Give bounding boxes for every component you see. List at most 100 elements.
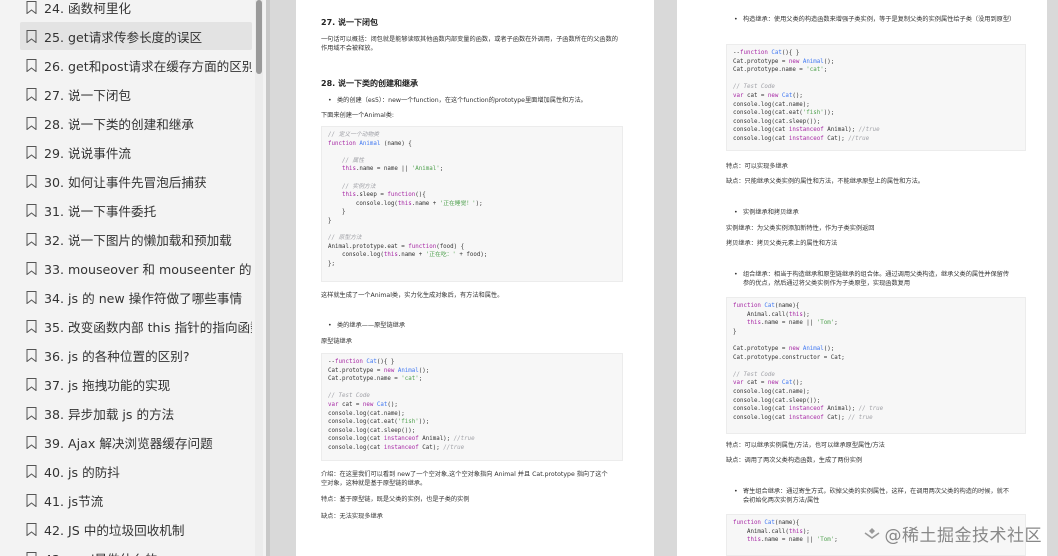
toc-item[interactable]: 27. 说一下闭包	[20, 80, 252, 108]
toc-item-label: 28. 说一下类的创建和继承	[44, 116, 194, 132]
code-block-prototype: --function Cat(){ } Cat.prototype = new A…	[321, 353, 623, 461]
toc-item[interactable]: 31. 说一下事件委托	[20, 196, 252, 224]
code-line: Cat.prototype.constructor = Cat;	[733, 354, 845, 361]
toc-item[interactable]: 33. mouseover 和 mouseenter 的区别	[20, 254, 252, 282]
pane-divider[interactable]	[266, 0, 270, 556]
toc-item[interactable]: 28. 说一下类的创建和继承	[20, 109, 252, 137]
toc-item[interactable]: 29. 说说事件流	[20, 138, 252, 166]
code-line: // Test Code	[733, 371, 775, 378]
paragraph-copy-inheritance: 拷贝继承：拷贝父类元素上的属性和方法	[726, 240, 838, 247]
toc-item[interactable]: 39. Ajax 解决浏览器缓存问题	[20, 428, 252, 456]
code-line: --function Cat(){ }	[733, 50, 800, 56]
toc-item[interactable]: 42. JS 中的垃圾回收机制	[20, 515, 252, 543]
code-line: console.log(cat.name);	[733, 101, 810, 108]
paragraph-prototype-chain: 原型链继承	[321, 338, 352, 345]
toc-item[interactable]: 43. eval是做什么的	[20, 544, 252, 556]
toc-item-label: 39. Ajax 解决浏览器缓存问题	[44, 435, 213, 451]
bookmark-icon	[26, 522, 37, 536]
code-line: }	[328, 217, 332, 224]
bookmark-icon	[26, 551, 37, 556]
paragraph-create-animal: 下面来创建一个Animal类:	[321, 112, 394, 119]
bookmark-icon	[26, 87, 37, 101]
toc-item-label: 29. 说说事件流	[44, 145, 132, 161]
toc-item-label: 38. 异步加载 js 的方法	[44, 406, 175, 422]
paragraph-intro-a: 介绍：在这里我们可以看到 new了一个空对象,这个空对象指向 Animal 并且…	[321, 471, 608, 478]
bookmark-icon	[26, 145, 37, 159]
code-line: var cat = new Cat();	[328, 401, 398, 408]
paragraph-feature-combination: 特点：可以继承实例属性/方法，也可以继承原型属性/方法	[726, 442, 885, 449]
bullet-constructor-inheritance: 构造继承：使用父类的构造函数来增强子类实例，等于是复制父类的实例属性给子类（没用…	[734, 15, 1033, 24]
code-line: // Test Code	[733, 84, 775, 91]
code-line: this.name = name || 'Tom';	[746, 320, 838, 327]
scrollbar-track[interactable]	[255, 0, 263, 556]
paragraph-closure: 一句话可以概括：闭包就是能够读取其他函数内部变量的函数，或者子函数在外调用，子函…	[321, 36, 618, 52]
code-line: console.log(cat.sleep());	[733, 118, 821, 125]
toc-item[interactable]: 32. 说一下图片的懒加载和预加载	[20, 225, 252, 253]
code-line: Cat.prototype.name = 'cat';	[328, 376, 423, 383]
code-line: --function Cat(){ }	[328, 359, 395, 365]
bookmark-icon	[26, 232, 37, 246]
toc-item[interactable]: 36. js 的各种位置的区别?	[20, 341, 252, 369]
watermark: @稀土掘金技术社区	[863, 521, 1043, 546]
code-line: };	[328, 260, 335, 267]
code-line: console.log(cat.name);	[733, 388, 810, 395]
bookmark-icon	[26, 29, 37, 43]
toc-item-label: 33. mouseover 和 mouseenter 的区别	[44, 261, 252, 277]
code-line: console.log(cat instanceof Cat); //true	[328, 444, 465, 451]
bullet-parasitic-a: 寄生组合继承：通过寄生方式，砍掉父类的实例属性，这样，在调用两次父类的构造的时候…	[734, 487, 1033, 496]
code-line: console.log(cat.sleep());	[733, 397, 821, 404]
toc-item[interactable]: 30. 如何让事件先冒泡后捕获	[20, 167, 252, 195]
code-line: Cat.prototype = new Animal();	[733, 58, 835, 65]
watermark-text: @稀土掘金技术社区	[884, 526, 1042, 546]
code-line: function Animal (name) {	[328, 140, 412, 147]
paragraph-animal-result: 这样就生成了一个Animal类，实力化生成对象后，有方法和属性。	[321, 292, 504, 299]
paragraph-feature: 特点：基于原型链，既是父类的实例，也是子类的实例	[321, 496, 470, 503]
toc-item[interactable]: 24. 函数柯里化	[20, 0, 252, 21]
code-line: console.log(cat.name);	[328, 410, 405, 417]
bookmark-icon	[26, 435, 37, 449]
code-line: // 实例方法	[328, 183, 376, 190]
paragraph-drawback: 缺点：无法实现多继承	[321, 513, 383, 520]
toc-item-label: 26. get和post请求在缓存方面的区别	[44, 58, 252, 74]
toc-item-label: 27. 说一下闭包	[44, 87, 132, 103]
bullet-prototype-inheritance: 类的继承——原型链继承	[328, 321, 405, 330]
code-line: // 原型方法	[328, 235, 362, 242]
toc-item[interactable]: 40. js 的防抖	[20, 457, 252, 485]
bookmark-icon	[26, 0, 37, 14]
toc-item[interactable]: 37. js 拖拽功能的实现	[20, 370, 252, 398]
bookmark-icon	[26, 203, 37, 217]
toc-item-label: 25. get请求传参长度的误区	[44, 29, 203, 45]
bullet-instance-copy: 实例继承和拷贝继承	[734, 208, 799, 217]
scrollbar-thumb[interactable]	[256, 0, 262, 74]
code-line: Animal.call(this);	[733, 311, 810, 318]
toc-item[interactable]: 38. 异步加载 js 的方法	[20, 399, 252, 427]
bullet-combination-a: 组合继承：相当于构造继承和原型链继承的组合体。通过调用父类构造，继承父类的属性并…	[734, 270, 1033, 279]
bullet-parasitic-b: 会初始化两次实例方法/属性	[743, 497, 820, 504]
bookmark-icon	[26, 406, 37, 420]
toc-item[interactable]: 25. get请求传参长度的误区	[20, 22, 252, 50]
toc-item-label: 36. js 的各种位置的区别?	[44, 348, 190, 364]
toc-item[interactable]: 34. js 的 new 操作符做了哪些事情	[20, 283, 252, 311]
bookmark-icon	[26, 290, 37, 304]
code-line: this.name = name || 'Animal';	[341, 166, 444, 173]
toc-item-label: 30. 如何让事件先冒泡后捕获	[44, 174, 207, 190]
bookmark-icon	[26, 493, 37, 507]
code-line: console.log(cat.eat('fish'));	[733, 110, 835, 117]
toc-item-label: 34. js 的 new 操作符做了哪些事情	[44, 290, 243, 306]
code-line: function Cat(name){	[733, 303, 800, 309]
toc-item[interactable]: 26. get和post请求在缓存方面的区别	[20, 51, 252, 79]
code-line: var cat = new Cat();	[733, 92, 803, 99]
bullet-class-creation: 类的创建（es5）：new一个function，在这个function的prot…	[328, 96, 637, 105]
code-block-constructor: --function Cat(){ } Cat.prototype = new A…	[726, 44, 1026, 151]
code-line: }	[328, 209, 346, 216]
toc-item[interactable]: 41. js节流	[20, 486, 252, 514]
code-line: console.log(cat instanceof Animal); //tr…	[733, 127, 880, 134]
toc-item-label: 24. 函数柯里化	[44, 0, 132, 16]
toc-item[interactable]: 35. 改变函数内部 this 指针的指向函数	[20, 312, 252, 340]
bookmark-icon	[26, 464, 37, 478]
